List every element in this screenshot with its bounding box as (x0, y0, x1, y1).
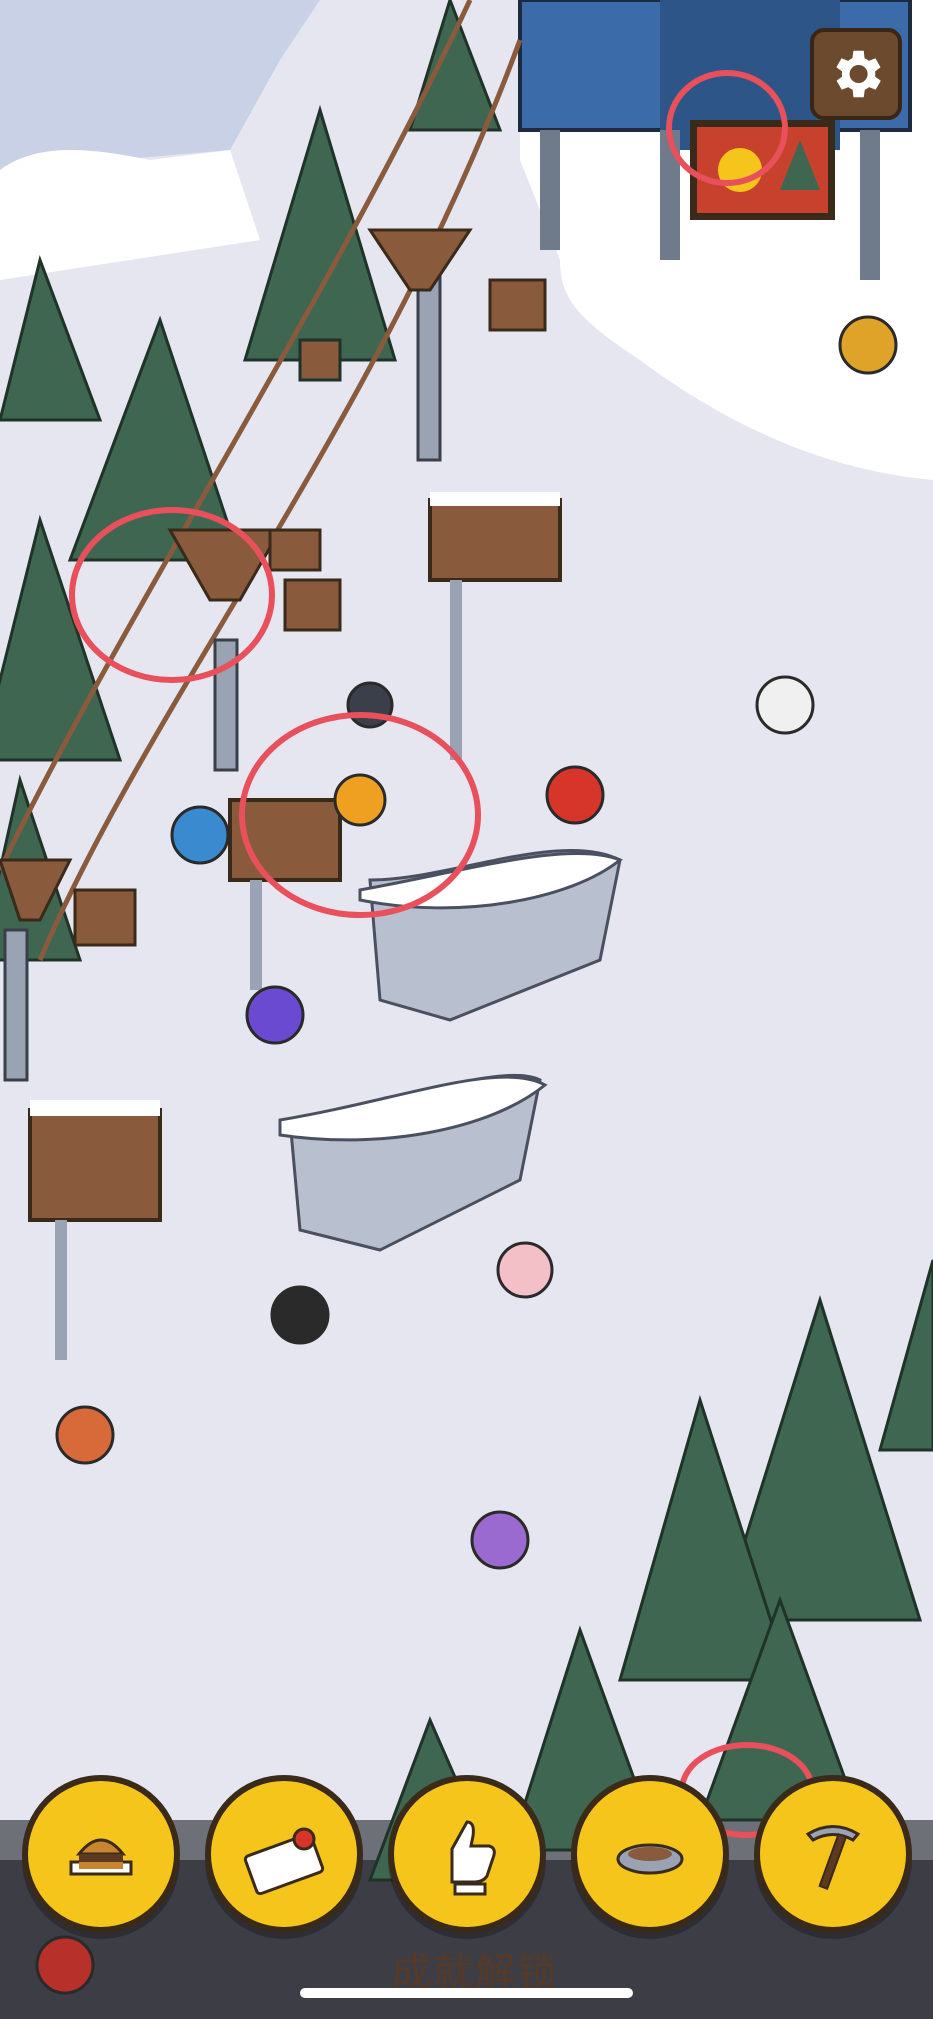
home-indicator[interactable] (300, 1988, 633, 1998)
food-bowl-icon (616, 1843, 684, 1875)
feed-button[interactable] (571, 1775, 729, 1933)
tools-button[interactable] (754, 1775, 912, 1933)
ticket-button[interactable] (205, 1775, 363, 1933)
rating-button[interactable] (388, 1775, 546, 1933)
gear-icon (836, 50, 881, 98)
ice-axe-icon (805, 1825, 861, 1890)
ticket-icon (243, 1827, 325, 1896)
thumbs-up-icon (450, 1820, 496, 1896)
food-stall-button[interactable] (22, 1775, 180, 1933)
settings-button[interactable] (810, 28, 902, 120)
burger-icon (69, 1838, 133, 1876)
ski-slope-scene (0, 0, 933, 2019)
